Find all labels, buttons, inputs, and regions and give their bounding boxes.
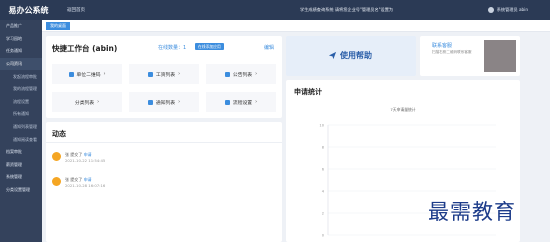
add-app-button[interactable]: 在线添加应用 (195, 43, 224, 50)
sidebar-item-my-flow[interactable]: 我的流程管理 (0, 83, 42, 96)
sidebar-item-notice-read[interactable]: 通知阅读查看 (0, 133, 42, 146)
salary-icon (147, 71, 153, 77)
quick-item-unit-qrcode[interactable]: 单位二维码 › (52, 64, 122, 84)
home-link[interactable]: 返回首页 (67, 7, 85, 13)
activity-time: 2021-10-22 11:54:45 (65, 158, 106, 163)
settings-icon (224, 99, 230, 105)
quick-workbench-card: 快捷工作台 (abin) 在线数量：1 在线添加应用 编辑 单位二维码 › 工资… (46, 36, 282, 118)
quick-item-label: 公告列表 (232, 72, 253, 78)
sidebar-item-category[interactable]: 分类设置管理 (0, 184, 42, 197)
help-button[interactable]: 使用帮助 (328, 50, 372, 61)
user-avatar-icon (487, 7, 494, 13)
y-tick-label: 0 (322, 233, 325, 237)
activity-item: 张 提交了 申请 2021-10-28 16:07:16 (52, 177, 105, 188)
qrcode-icon (68, 71, 74, 77)
quick-item-salary-list[interactable]: 工资列表 › (129, 64, 199, 84)
y-tick-label: 4 (322, 189, 325, 193)
contact-description: 扫描右侧二维码联系客服 (432, 50, 472, 54)
user-name: 系统管理员 abin (496, 7, 528, 12)
send-icon (328, 51, 337, 60)
app-brand[interactable]: 易办公系统 (0, 0, 57, 20)
announcement-icon (224, 71, 230, 77)
quick-item-label: 流程设置 (232, 100, 253, 106)
sidebar-item-all-notices[interactable]: 所有通知 (0, 108, 42, 121)
help-card[interactable]: 使用帮助 (286, 36, 416, 76)
online-count: 在线数量：1 (158, 45, 187, 51)
user-menu[interactable]: 系统管理员 abin (487, 7, 528, 13)
watermark: 最需教育 (428, 200, 516, 224)
header-notice: 学生成绩查询系统 请将您企业号"管理员名"设置为 (300, 7, 394, 12)
sidebar-item-notice-list[interactable]: 通知列表管理 (0, 121, 42, 134)
qrcode-image (484, 40, 516, 72)
chevron-right-icon: › (103, 71, 106, 77)
contact-card: 联系客服 扫描右侧二维码联系客服 (420, 36, 520, 76)
tab-desktop[interactable]: 我的桌面 (46, 22, 70, 30)
workbench-title: 快捷工作台 (abin) (52, 44, 118, 53)
activity-title: 动态 (52, 130, 66, 138)
y-tick-label: 8 (322, 145, 325, 149)
divider (46, 142, 282, 143)
quick-item-notice-list[interactable]: 通知列表 › (129, 92, 199, 112)
top-header: 易办公系统 返回首页 学生成绩查询系统 请将您企业号"管理员名"设置为 系统管理… (0, 0, 550, 20)
sidebar-item-salary[interactable]: 薪资管理 (0, 159, 42, 172)
sidebar-item-tasks[interactable]: 任务通知 (0, 45, 42, 58)
y-tick-label: 6 (322, 167, 325, 171)
quick-item-announcement-list[interactable]: 公告列表 › (206, 64, 276, 84)
activity-link[interactable]: 申请 (84, 177, 92, 182)
notice-icon (147, 99, 153, 105)
tab-strip: 我的桌面 (42, 20, 550, 32)
sidebar-item-promotion[interactable]: 产品推广 (0, 20, 42, 33)
sidebar-item-start-flow[interactable]: 发起流程审批 (0, 70, 42, 83)
avatar (52, 152, 61, 161)
help-label: 使用帮助 (340, 51, 372, 60)
sidebar-item-archives[interactable]: 档案审批 (0, 146, 42, 159)
activity-actor: 张 提交了 (65, 177, 83, 182)
y-tick-label: 10 (319, 123, 324, 127)
quick-item-label: 单位二维码 (76, 72, 101, 78)
sidebar: 产品推广 学习园地 任务通知 公司资讯 发起流程审批 我的流程管理 流程设置 所… (0, 20, 42, 242)
activity-actor: 张 提交了 (65, 152, 83, 157)
chevron-right-icon: › (255, 99, 258, 105)
contact-title[interactable]: 联系客服 (432, 42, 452, 49)
quick-item-label: 工资列表 (155, 72, 176, 78)
sidebar-item-company[interactable]: 公司资讯 (0, 57, 42, 71)
activity-link[interactable]: 申请 (84, 152, 92, 157)
chevron-right-icon: › (178, 71, 181, 77)
chevron-right-icon: › (178, 99, 181, 105)
quick-item-flow-settings[interactable]: 流程设置 › (206, 92, 276, 112)
avatar (52, 177, 61, 186)
sidebar-item-system[interactable]: 系统管理 (0, 171, 42, 184)
quick-item-category-list[interactable]: 分类列表 › (52, 92, 122, 112)
sidebar-item-learning[interactable]: 学习园地 (0, 33, 42, 46)
activity-item: 张 提交了 申请 2021-10-22 11:54:45 (52, 152, 105, 163)
edit-link[interactable]: 编辑 (264, 44, 274, 51)
chevron-right-icon: › (255, 71, 258, 77)
quick-item-label: 分类列表 (74, 100, 95, 106)
activity-time: 2021-10-28 16:07:16 (65, 183, 106, 188)
quick-item-label: 通知列表 (155, 100, 176, 106)
sidebar-item-flow-settings[interactable]: 流程设置 (0, 96, 42, 109)
activity-card: 动态 张 提交了 申请 2021-10-22 11:54:45 张 提交了 申请… (46, 122, 282, 242)
chevron-right-icon: › (97, 99, 100, 105)
y-tick-label: 2 (322, 211, 324, 215)
